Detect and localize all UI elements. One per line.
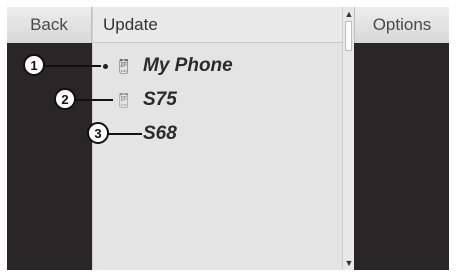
scrollbar[interactable]: ▲ ▼ — [342, 7, 354, 270]
scroll-thumb[interactable] — [345, 21, 352, 51]
callout-leader-line — [108, 133, 142, 135]
callout-marker: 2 — [54, 88, 76, 110]
mobile-phone-icon: 📱︎ — [115, 57, 133, 74]
left-panel-dark — [7, 43, 92, 270]
selected-indicator-icon — [103, 63, 108, 69]
options-button[interactable]: Options — [354, 7, 449, 43]
list-item-label: S68 — [143, 123, 177, 144]
right-column: Options — [354, 7, 449, 270]
list-item-label: My Phone — [143, 55, 233, 76]
callout-leader-line — [43, 65, 101, 67]
scroll-down-arrow-icon[interactable]: ▼ — [344, 258, 354, 268]
callout-leader-line — [75, 99, 113, 101]
left-column: Back — [7, 7, 92, 270]
back-button[interactable]: Back — [7, 7, 92, 43]
callout-marker: 3 — [87, 122, 109, 144]
right-panel-dark — [354, 43, 449, 270]
list-item-s75[interactable]: 📱︎ S75 — [93, 84, 353, 116]
list-item-my-phone[interactable]: 📱︎ My Phone — [93, 50, 353, 82]
list-item-label: S75 — [143, 89, 177, 110]
display-screen: Back Update 📱︎ My Phone 📱︎ S75 S68 ▲ ▼ O… — [7, 7, 449, 270]
callout-marker: 1 — [23, 54, 45, 76]
list-title: Update — [93, 7, 353, 43]
list-panel: Update 📱︎ My Phone 📱︎ S75 S68 — [92, 7, 354, 270]
mobile-phone-icon: 📱︎ — [115, 91, 133, 108]
scroll-up-arrow-icon[interactable]: ▲ — [344, 9, 354, 19]
